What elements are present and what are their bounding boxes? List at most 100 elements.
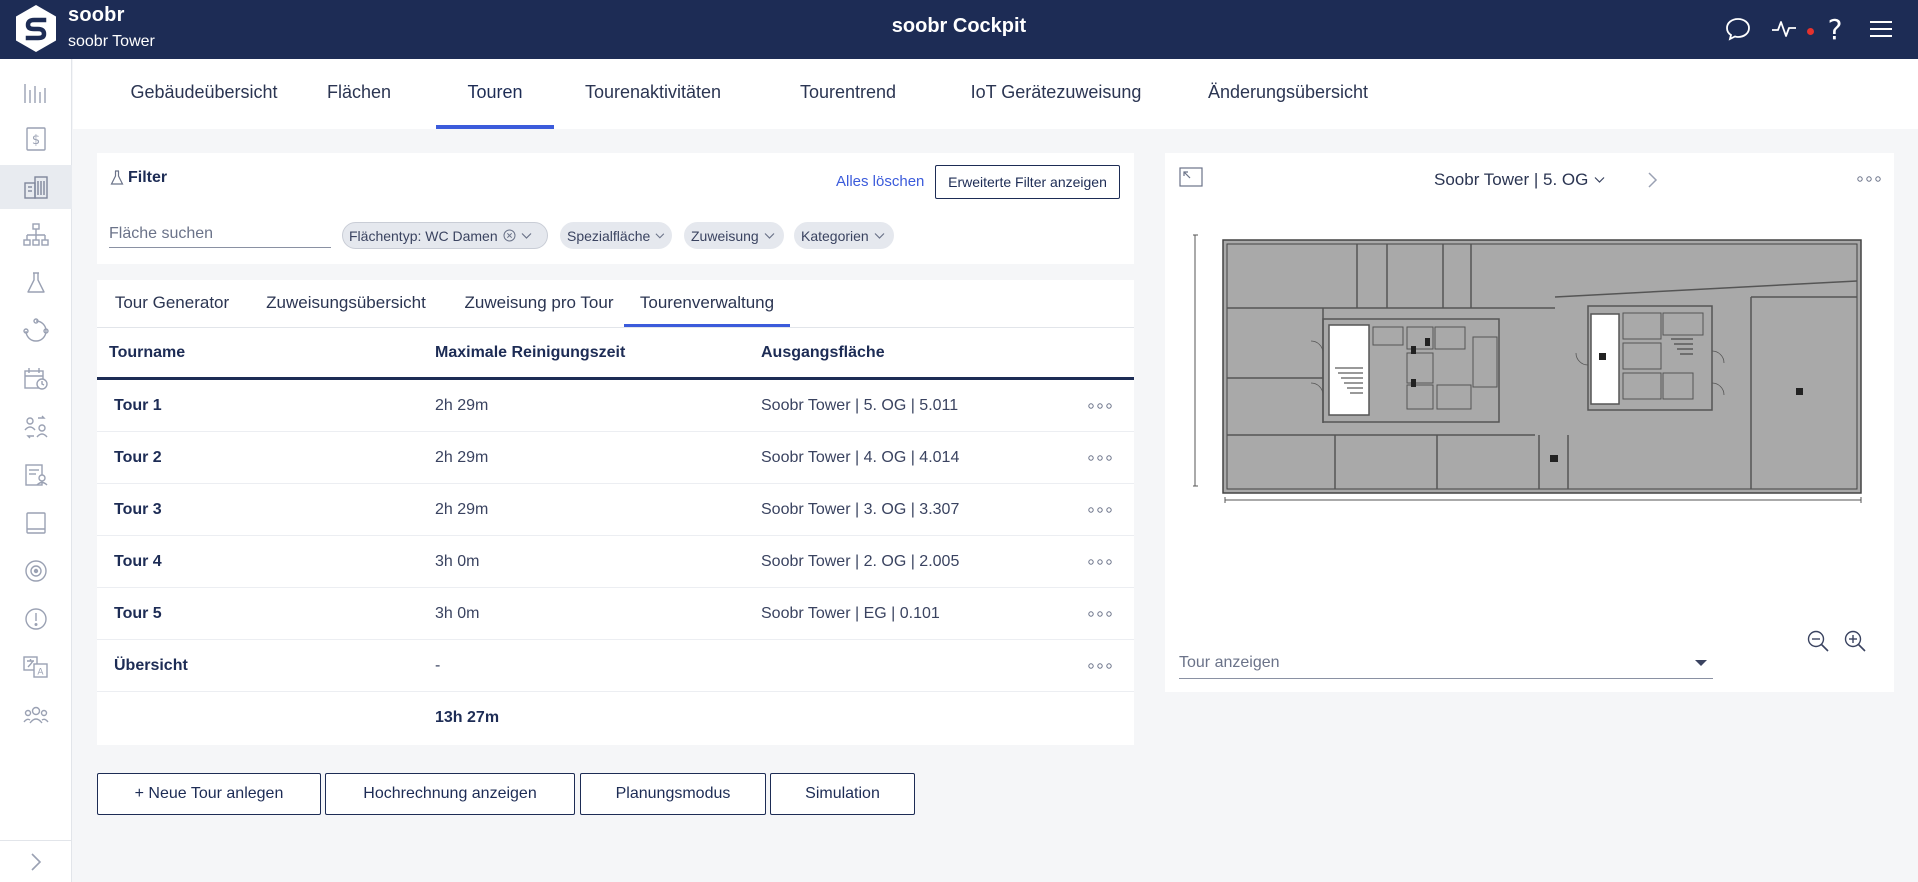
tour-select-label: Tour anzeigen (1179, 654, 1280, 671)
filter-chip-flaechentyp[interactable]: Flächentyp: WC Damen (342, 222, 548, 249)
expand-icon[interactable] (1179, 167, 1203, 189)
table-row[interactable]: Tour 4 3h 0m Soobr Tower | 2. OG | 2.005 (97, 536, 1134, 588)
simulation-button[interactable]: Simulation (770, 773, 915, 815)
subtab-tour-generator[interactable]: Tour Generator (97, 280, 247, 328)
sidebar-item-cycles[interactable] (0, 309, 72, 353)
sidebar-item-translations[interactable]: A (0, 645, 72, 689)
sidebar-item-lab[interactable] (0, 261, 72, 305)
tab-gebaeudeuebersicht[interactable]: Gebäudeübersicht (114, 59, 294, 129)
tab-tourenaktivitaeten[interactable]: Tourenaktivitäten (573, 59, 733, 129)
table-row[interactable]: Tour 5 3h 0m Soobr Tower | EG | 0.101 (97, 588, 1134, 640)
main-navigation: Gebäudeübersicht Flächen Touren Tourenak… (73, 59, 1918, 129)
table-row[interactable]: Übersicht - (97, 640, 1134, 692)
tour-time: 2h 29m (435, 501, 489, 518)
close-circle-icon[interactable] (503, 229, 516, 242)
floor-selector[interactable]: Soobr Tower | 5. OG (1434, 170, 1605, 190)
planning-mode-button[interactable]: Planungsmodus (580, 773, 766, 815)
floor-map-panel: Soobr Tower | 5. OG Tour anzeigen (1165, 153, 1894, 692)
subtab-zuweisung-pro-tour[interactable]: Zuweisung pro Tour (447, 280, 631, 328)
sidebar-item-schedule[interactable] (0, 357, 72, 401)
tab-flaechen[interactable]: Flächen (315, 59, 403, 129)
filter-chip-zuweisung[interactable]: Zuweisung (684, 222, 784, 249)
filter-title: Filter (110, 169, 167, 187)
more-options-icon[interactable] (1085, 446, 1115, 470)
tour-select-dropdown[interactable]: Tour anzeigen (1179, 649, 1713, 679)
tab-aenderungsuebersicht[interactable]: Änderungsübersicht (1183, 59, 1393, 129)
tour-start-area: Soobr Tower | 5. OG | 5.011 (761, 397, 959, 414)
more-options-icon[interactable] (1085, 394, 1115, 418)
tab-touren[interactable]: Touren (436, 59, 554, 129)
zoom-out-icon[interactable] (1806, 629, 1830, 653)
tour-time: 3h 0m (435, 553, 480, 570)
new-tour-button[interactable]: + Neue Tour anlegen (97, 773, 321, 815)
table-row[interactable]: Tour 3 2h 29m Soobr Tower | 3. OG | 3.30… (97, 484, 1134, 536)
subtab-zuweisungsuebersicht[interactable]: Zuweisungsübersicht (255, 280, 437, 328)
sidebar-item-analytics[interactable] (0, 71, 72, 115)
tour-name[interactable]: Tour 5 (114, 605, 162, 623)
chevron-down-icon (764, 232, 775, 239)
sidebar-collapse-button[interactable] (0, 840, 72, 882)
sidebar-item-staff-swap[interactable] (0, 405, 72, 449)
sidebar-item-sensors[interactable] (0, 549, 72, 593)
overview-name[interactable]: Übersicht (114, 657, 188, 675)
zoom-in-icon[interactable] (1843, 629, 1867, 653)
column-header-ausgangsflaeche[interactable]: Ausgangsfläche (761, 344, 885, 362)
cycle-arrows-icon (23, 318, 49, 342)
tab-tourentrend[interactable]: Tourentrend (773, 59, 923, 129)
chevron-right-icon (31, 852, 42, 871)
soobr-logo-icon[interactable] (14, 3, 58, 54)
filter-chip-spezialflaeche[interactable]: Spezialfläche (560, 222, 672, 249)
translate-icon: A (23, 656, 48, 678)
help-icon[interactable]: ? (1820, 13, 1850, 46)
more-options-icon[interactable] (1085, 550, 1115, 574)
top-bar: soobr soobr Tower soobr Cockpit ? (0, 0, 1918, 59)
sidebar-item-devices[interactable] (0, 501, 72, 545)
more-options-icon[interactable] (1085, 498, 1115, 522)
tour-start-area: Soobr Tower | 4. OG | 4.014 (761, 449, 960, 466)
overview-time: - (435, 657, 441, 674)
column-header-tourname[interactable]: Tourname (109, 344, 185, 362)
tab-iot-geraetezuweisung[interactable]: IoT Gerätezuweisung (956, 59, 1156, 129)
app-title: soobr Cockpit (891, 15, 1027, 37)
user-swap-icon (24, 415, 48, 439)
column-header-reinigungszeit[interactable]: Maximale Reinigungszeit (435, 344, 625, 362)
table-row[interactable]: Tour 2 2h 29m Soobr Tower | 4. OG | 4.01… (97, 432, 1134, 484)
tour-time: 2h 29m (435, 449, 489, 466)
more-options-icon[interactable] (1085, 654, 1115, 678)
svg-text:$: $ (32, 133, 40, 148)
activity-pulse-icon[interactable] (1769, 14, 1799, 44)
flask-icon (27, 272, 45, 293)
more-options-icon[interactable] (1085, 602, 1115, 626)
chevron-down-icon (1594, 177, 1605, 183)
sidebar-item-issues[interactable] (0, 597, 72, 641)
hamburger-menu-icon[interactable] (1866, 14, 1896, 44)
area-search-input[interactable] (109, 220, 331, 248)
chat-icon[interactable] (1723, 14, 1753, 44)
tour-name[interactable]: Tour 4 (114, 553, 162, 571)
total-time: 13h 27m (435, 709, 500, 726)
tour-time: 3h 0m (435, 605, 480, 622)
map-options-icon[interactable] (1855, 167, 1883, 191)
building-name[interactable]: soobr Tower (68, 33, 155, 51)
tour-name[interactable]: Tour 3 (114, 501, 162, 519)
flask-icon (110, 170, 124, 185)
clear-filters-link[interactable]: Alles löschen (836, 173, 924, 190)
total-row: 13h 27m (97, 692, 1134, 744)
sidebar-item-buildings[interactable] (0, 165, 72, 209)
sidebar-item-costs[interactable]: $ (0, 117, 72, 161)
subtab-tourenverwaltung[interactable]: Tourenverwaltung (624, 280, 790, 328)
filter-chip-kategorien[interactable]: Kategorien (794, 222, 894, 249)
tour-management-panel: Tour Generator Zuweisungsübersicht Zuwei… (97, 280, 1134, 745)
sidebar-item-organization[interactable] (0, 213, 72, 257)
floor-plan-map[interactable] (1193, 233, 1878, 508)
tour-name[interactable]: Tour 1 (114, 397, 162, 415)
team-icon (23, 706, 49, 724)
table-row[interactable]: Tour 1 2h 29m Soobr Tower | 5. OG | 5.01… (97, 380, 1134, 432)
advanced-filters-button[interactable]: Erweiterte Filter anzeigen (935, 165, 1120, 199)
tour-name[interactable]: Tour 2 (114, 449, 162, 467)
sidebar-item-reports[interactable] (0, 453, 72, 497)
projection-button[interactable]: Hochrechnung anzeigen (325, 773, 575, 815)
building-icon (24, 176, 48, 199)
sidebar-item-team[interactable] (0, 693, 72, 737)
chevron-right-icon[interactable] (1643, 168, 1663, 192)
